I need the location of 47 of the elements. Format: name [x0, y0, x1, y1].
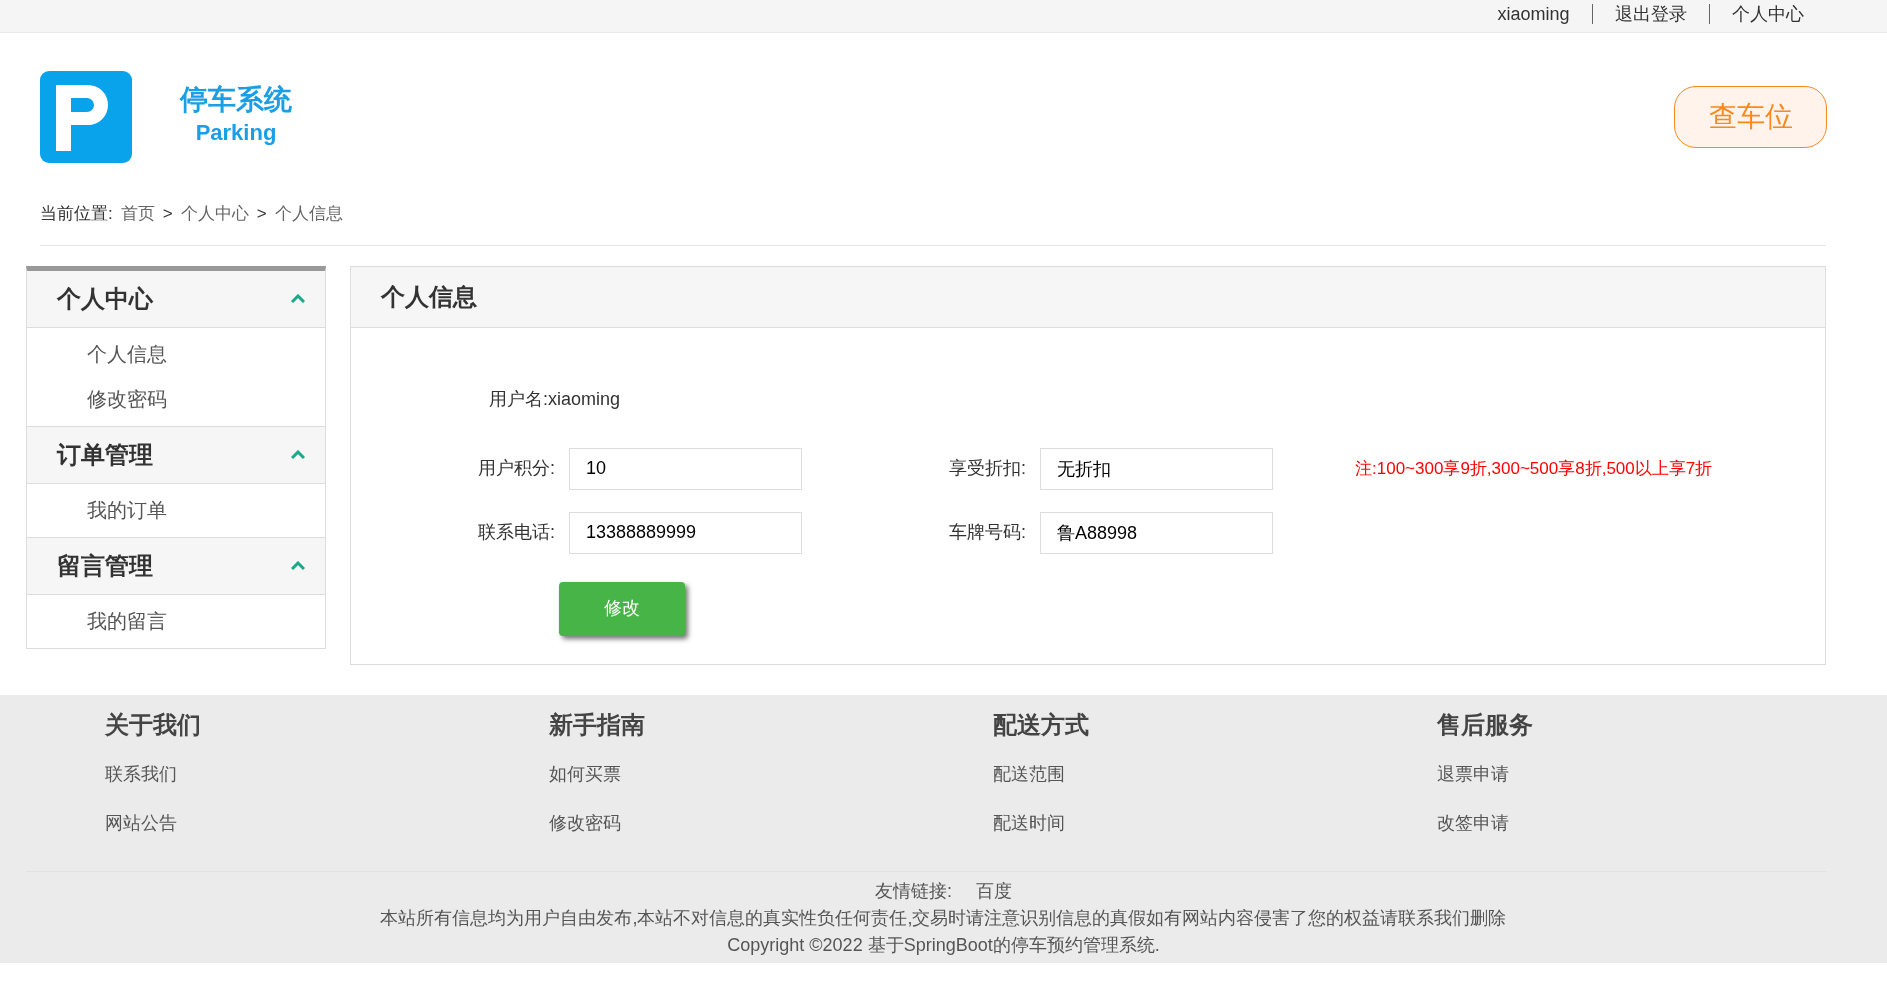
sidebar-link[interactable]: 个人信息	[27, 331, 325, 377]
caret-up-icon[interactable]	[291, 561, 305, 570]
sidebar-link[interactable]: 我的留言	[27, 598, 325, 644]
breadcrumb-separator: >	[256, 203, 267, 225]
footer-heading: 新手指南	[549, 709, 646, 740]
parking-logo-icon	[40, 71, 132, 163]
copyright-text: Copyright ©2022 基于SpringBoot的停车预约管理系统.	[726, 933, 1161, 957]
discount-note: 注:100~300享9折,300~500享8折,500以上享7折	[1355, 457, 1713, 480]
footer-link[interactable]: 联系我们	[105, 760, 549, 788]
input-field[interactable]: 无折扣	[1040, 447, 1273, 490]
breadcrumb-label: 当前位置:	[40, 203, 113, 225]
top-link[interactable]: 退出登录	[1591, 4, 1709, 24]
breadcrumb-link[interactable]: 首页	[120, 201, 155, 227]
field-label: 用户积分:	[477, 457, 556, 480]
panel-title: 个人信息	[351, 266, 1825, 328]
username-value: xiaoming	[548, 387, 621, 411]
footer-heading: 关于我们	[105, 709, 202, 740]
field-label: 车牌号码:	[948, 521, 1027, 544]
username-label: 用户名:	[489, 387, 548, 411]
footer-link[interactable]: 网站公告	[105, 809, 549, 837]
footer-link[interactable]: 改签申请	[1437, 809, 1881, 837]
footer-heading: 售后服务	[1437, 709, 1534, 740]
field-label: 联系电话:	[477, 521, 556, 544]
footer-link[interactable]: 如何买票	[549, 760, 993, 788]
logo-title: 停车系统	[180, 85, 292, 116]
top-link[interactable]: 个人中心	[1708, 4, 1826, 24]
disclaimer-text: 本站所有信息均为用户自由发布,本站不对信息的真实性负任何责任,交易时请注意识别信息的真假如有网站内容侵害了您的权益请联系我们删除	[379, 906, 1508, 930]
breadcrumb-link[interactable]: 个人信息	[274, 201, 343, 227]
footer-link[interactable]: 配送时间	[993, 809, 1437, 837]
field-label: 享受折扣:	[948, 457, 1027, 480]
input-field[interactable]: 鲁A88998	[1040, 511, 1273, 554]
input-field[interactable]: 10	[569, 447, 802, 490]
logo-subtitle: Parking	[194, 118, 278, 147]
caret-up-icon[interactable]	[291, 450, 305, 459]
friend-link[interactable]: 百度	[976, 877, 1012, 905]
breadcrumb-link[interactable]: 个人中心	[180, 201, 249, 227]
caret-up-icon[interactable]	[291, 294, 305, 303]
sidebar-link[interactable]: 我的订单	[27, 487, 325, 533]
input-field[interactable]: 13388889999	[569, 511, 802, 554]
footer-link[interactable]: 退票申请	[1437, 760, 1881, 788]
footer-link[interactable]: 配送范围	[993, 760, 1437, 788]
footer-link[interactable]: 修改密码	[549, 809, 993, 837]
breadcrumb-separator: >	[162, 203, 173, 225]
username-link[interactable]: xiaoming	[1475, 4, 1592, 24]
friend-links-label: 友情链接:	[875, 879, 952, 903]
footer-heading: 配送方式	[993, 709, 1090, 740]
sidebar-link[interactable]: 修改密码	[27, 376, 325, 422]
